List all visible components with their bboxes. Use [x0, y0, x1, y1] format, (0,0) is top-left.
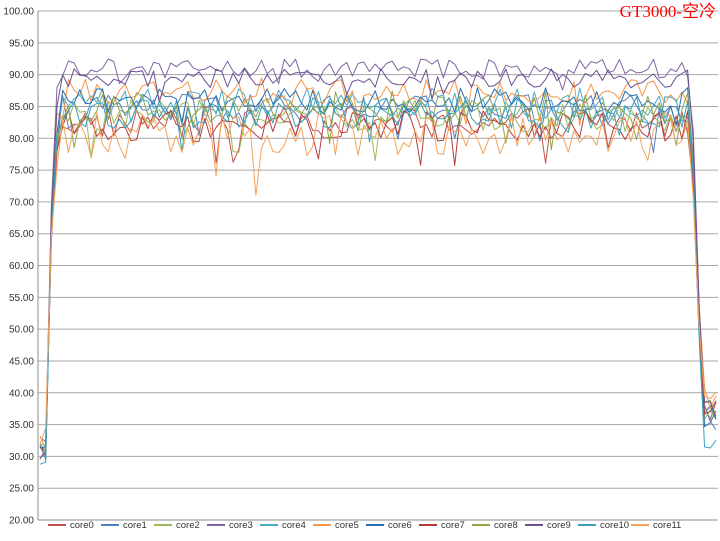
legend-label: core0 — [70, 520, 94, 531]
legend-label: core8 — [494, 520, 518, 531]
legend-label: core1 — [123, 520, 147, 531]
y-tick-label: 90.00 — [9, 70, 34, 81]
y-tick-label: 55.00 — [9, 293, 34, 304]
y-tick-label: 100.00 — [3, 7, 34, 18]
y-tick-label: 95.00 — [9, 38, 34, 49]
y-tick-label: 35.00 — [9, 420, 34, 431]
y-tick-label: 50.00 — [9, 325, 34, 336]
legend-label: core7 — [441, 520, 465, 531]
legend-label: core6 — [388, 520, 412, 531]
legend-label: core5 — [335, 520, 359, 531]
line-chart: 20.00 25.00 30.00 35.00 40.00 45.00 50.00 55.00… — [0, 0, 720, 541]
legend-label: core3 — [229, 520, 253, 531]
y-tick-label: 85.00 — [9, 102, 34, 113]
chart-title: GT3000-空冷 — [620, 2, 716, 21]
y-tick-label: 60.00 — [9, 261, 34, 272]
y-tick-label: 20.00 — [9, 516, 34, 527]
y-tick-label: 40.00 — [9, 388, 34, 399]
legend-label: core4 — [282, 520, 306, 531]
y-tick-label: 30.00 — [9, 452, 34, 463]
legend-label: core10 — [600, 520, 629, 531]
legend-label: core9 — [547, 520, 571, 531]
y-tick-label: 80.00 — [9, 134, 34, 145]
legend-label: core2 — [176, 520, 200, 531]
y-tick-label: 25.00 — [9, 484, 34, 495]
y-tick-label: 70.00 — [9, 197, 34, 208]
y-tick-label: 45.00 — [9, 356, 34, 367]
y-tick-label: 75.00 — [9, 166, 34, 177]
legend-label: core11 — [653, 520, 681, 531]
y-tick-label: 65.00 — [9, 229, 34, 240]
